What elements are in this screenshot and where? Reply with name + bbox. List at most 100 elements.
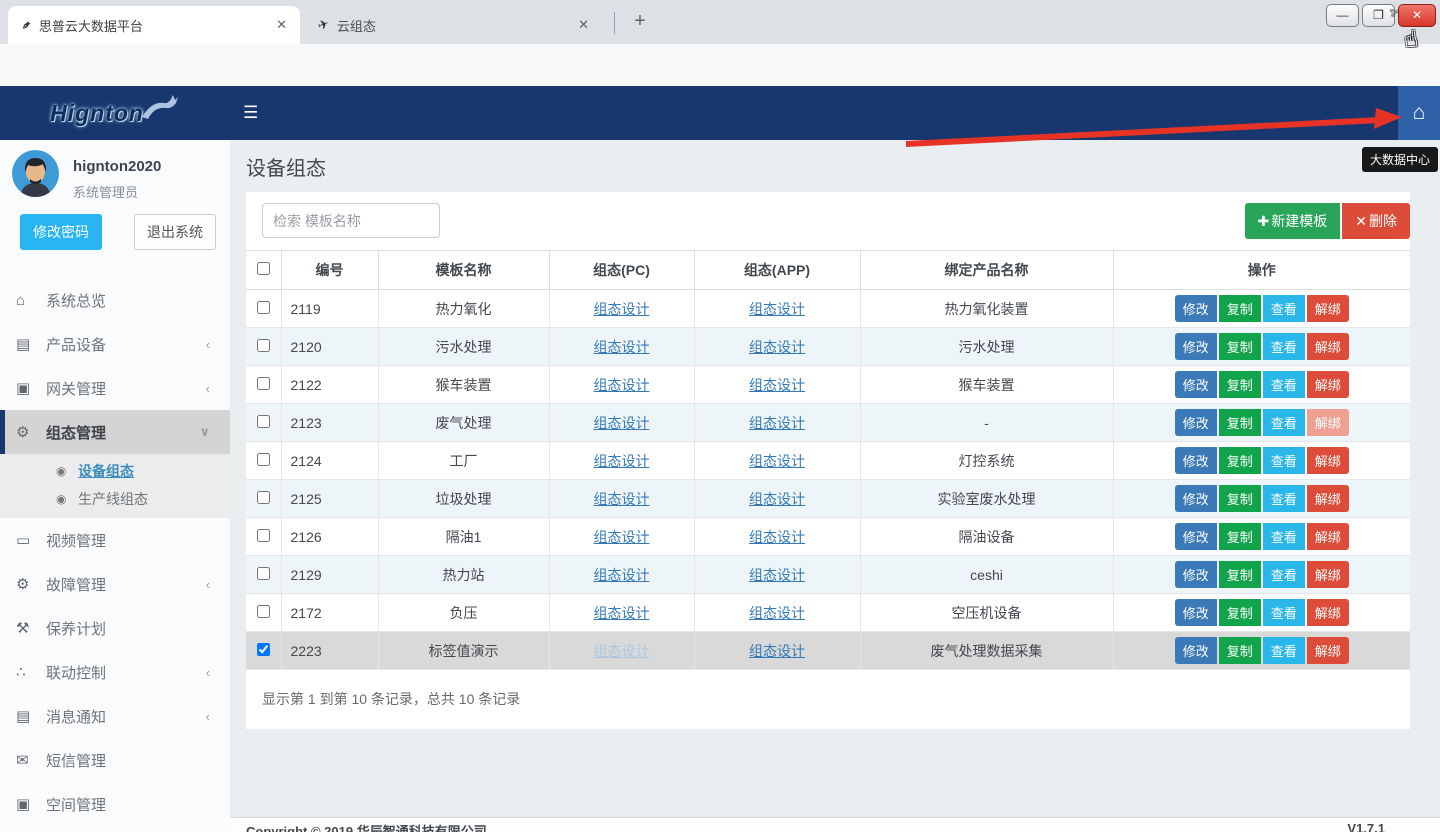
edit-button[interactable]: 修改 (1175, 561, 1217, 588)
app-config-link[interactable]: 组态设计 (749, 529, 805, 545)
app-logo[interactable]: Hignton (0, 86, 230, 140)
app-config-link[interactable]: 组态设计 (749, 339, 805, 355)
sidebar-item[interactable]: ▣空间管理 (0, 782, 230, 826)
unbind-button[interactable]: 解绑 (1307, 599, 1349, 626)
copy-button[interactable]: 复制 (1219, 485, 1261, 512)
unbind-button[interactable]: 解绑 (1307, 371, 1349, 398)
app-config-link[interactable]: 组态设计 (749, 643, 805, 659)
row-checkbox[interactable] (257, 339, 270, 352)
pc-config-link[interactable]: 组态设计 (594, 301, 650, 317)
app-config-link[interactable]: 组态设计 (749, 415, 805, 431)
row-checkbox[interactable] (257, 377, 270, 390)
sidebar-item[interactable]: ✉短信管理 (0, 738, 230, 782)
tab-close-icon[interactable]: ✕ (273, 17, 290, 33)
search-input[interactable] (262, 203, 440, 238)
copy-button[interactable]: 复制 (1219, 637, 1261, 664)
sidebar-item[interactable]: ▤产品设备‹ (0, 322, 230, 366)
copy-button[interactable]: 复制 (1219, 599, 1261, 626)
copy-button[interactable]: 复制 (1219, 409, 1261, 436)
unbind-button[interactable]: 解绑 (1307, 295, 1349, 322)
window-close-button[interactable]: ✕ (1398, 4, 1436, 27)
copy-button[interactable]: 复制 (1219, 523, 1261, 550)
home-button[interactable]: ⌂ (1398, 86, 1440, 140)
sidebar-subitem[interactable]: ◉设备组态 (0, 457, 230, 485)
view-button[interactable]: 查看 (1263, 523, 1305, 550)
view-button[interactable]: 查看 (1263, 409, 1305, 436)
tab-close-icon[interactable]: ✕ (575, 17, 592, 33)
edit-button[interactable]: 修改 (1175, 371, 1217, 398)
logout-button[interactable]: 退出系统 (134, 214, 216, 250)
app-config-link[interactable]: 组态设计 (749, 605, 805, 621)
unbind-button[interactable]: 解绑 (1307, 637, 1349, 664)
app-config-link[interactable]: 组态设计 (749, 301, 805, 317)
edit-button[interactable]: 修改 (1175, 599, 1217, 626)
copy-button[interactable]: 复制 (1219, 295, 1261, 322)
row-checkbox[interactable] (257, 491, 270, 504)
sidebar-item[interactable]: ⚙组态管理∨ (0, 410, 230, 454)
edit-button[interactable]: 修改 (1175, 333, 1217, 360)
view-button[interactable]: 查看 (1263, 447, 1305, 474)
pc-config-link[interactable]: 组态设计 (594, 643, 650, 659)
row-checkbox[interactable] (257, 453, 270, 466)
edit-button[interactable]: 修改 (1175, 447, 1217, 474)
sidebar-item[interactable]: ▤消息通知‹ (0, 694, 230, 738)
row-checkbox[interactable] (257, 567, 270, 580)
view-button[interactable]: 查看 (1263, 295, 1305, 322)
edit-button[interactable]: 修改 (1175, 523, 1217, 550)
row-checkbox[interactable] (257, 415, 270, 428)
app-config-link[interactable]: 组态设计 (749, 377, 805, 393)
view-button[interactable]: 查看 (1263, 561, 1305, 588)
new-template-button[interactable]: ✚新建模板 (1245, 203, 1341, 239)
change-password-button[interactable]: 修改密码 (20, 214, 102, 250)
unbind-button[interactable]: 解绑 (1307, 447, 1349, 474)
view-button[interactable]: 查看 (1263, 485, 1305, 512)
cell-id: 2129 (281, 556, 378, 594)
browser-tab-1[interactable]: ✒ 思普云大数据平台 ✕ (8, 6, 300, 44)
sidebar-item[interactable]: ⌂系统总览 (0, 278, 230, 322)
edit-button[interactable]: 修改 (1175, 485, 1217, 512)
sidebar-item[interactable]: ∴联动控制‹ (0, 650, 230, 694)
unbind-button[interactable]: 解绑 (1307, 561, 1349, 588)
copy-button[interactable]: 复制 (1219, 333, 1261, 360)
row-checkbox[interactable] (257, 529, 270, 542)
sidebar-item[interactable]: ⚒保养计划 (0, 606, 230, 650)
app-config-link[interactable]: 组态设计 (749, 491, 805, 507)
copy-button[interactable]: 复制 (1219, 561, 1261, 588)
pc-config-link[interactable]: 组态设计 (594, 453, 650, 469)
row-checkbox[interactable] (257, 643, 270, 656)
window-minimize-button[interactable]: — (1326, 4, 1359, 27)
row-checkbox[interactable] (257, 605, 270, 618)
unbind-button[interactable]: 解绑 (1307, 333, 1349, 360)
select-all-checkbox[interactable] (257, 262, 270, 275)
pc-config-link[interactable]: 组态设计 (594, 605, 650, 621)
pc-config-link[interactable]: 组态设计 (594, 529, 650, 545)
view-button[interactable]: 查看 (1263, 599, 1305, 626)
new-tab-button[interactable]: + (626, 8, 654, 36)
sidebar-toggle-icon[interactable]: ☰ (243, 103, 258, 123)
pc-config-link[interactable]: 组态设计 (594, 415, 650, 431)
sidebar-item[interactable]: ⚙故障管理‹ (0, 562, 230, 606)
unbind-button[interactable]: 解绑 (1307, 523, 1349, 550)
delete-button[interactable]: ✕删除 (1342, 203, 1410, 239)
app-config-link[interactable]: 组态设计 (749, 567, 805, 583)
edit-button[interactable]: 修改 (1175, 295, 1217, 322)
copy-button[interactable]: 复制 (1219, 371, 1261, 398)
sidebar-subitem[interactable]: ◉生产线组态 (0, 485, 230, 513)
sidebar-item[interactable]: ▭视频管理 (0, 518, 230, 562)
row-checkbox[interactable] (257, 301, 270, 314)
edit-button[interactable]: 修改 (1175, 637, 1217, 664)
browser-tab-2[interactable]: ✈ 云组态 ✕ (306, 6, 602, 44)
pc-config-link[interactable]: 组态设计 (594, 377, 650, 393)
copy-button[interactable]: 复制 (1219, 447, 1261, 474)
view-button[interactable]: 查看 (1263, 371, 1305, 398)
unbind-button[interactable]: 解绑 (1307, 485, 1349, 512)
pc-config-link[interactable]: 组态设计 (594, 491, 650, 507)
sidebar-item[interactable]: ▣网关管理‹ (0, 366, 230, 410)
app-config-link[interactable]: 组态设计 (749, 453, 805, 469)
edit-button[interactable]: 修改 (1175, 409, 1217, 436)
pc-config-link[interactable]: 组态设计 (594, 567, 650, 583)
view-button[interactable]: 查看 (1263, 637, 1305, 664)
unbind-button[interactable]: 解绑 (1307, 409, 1349, 436)
view-button[interactable]: 查看 (1263, 333, 1305, 360)
pc-config-link[interactable]: 组态设计 (594, 339, 650, 355)
